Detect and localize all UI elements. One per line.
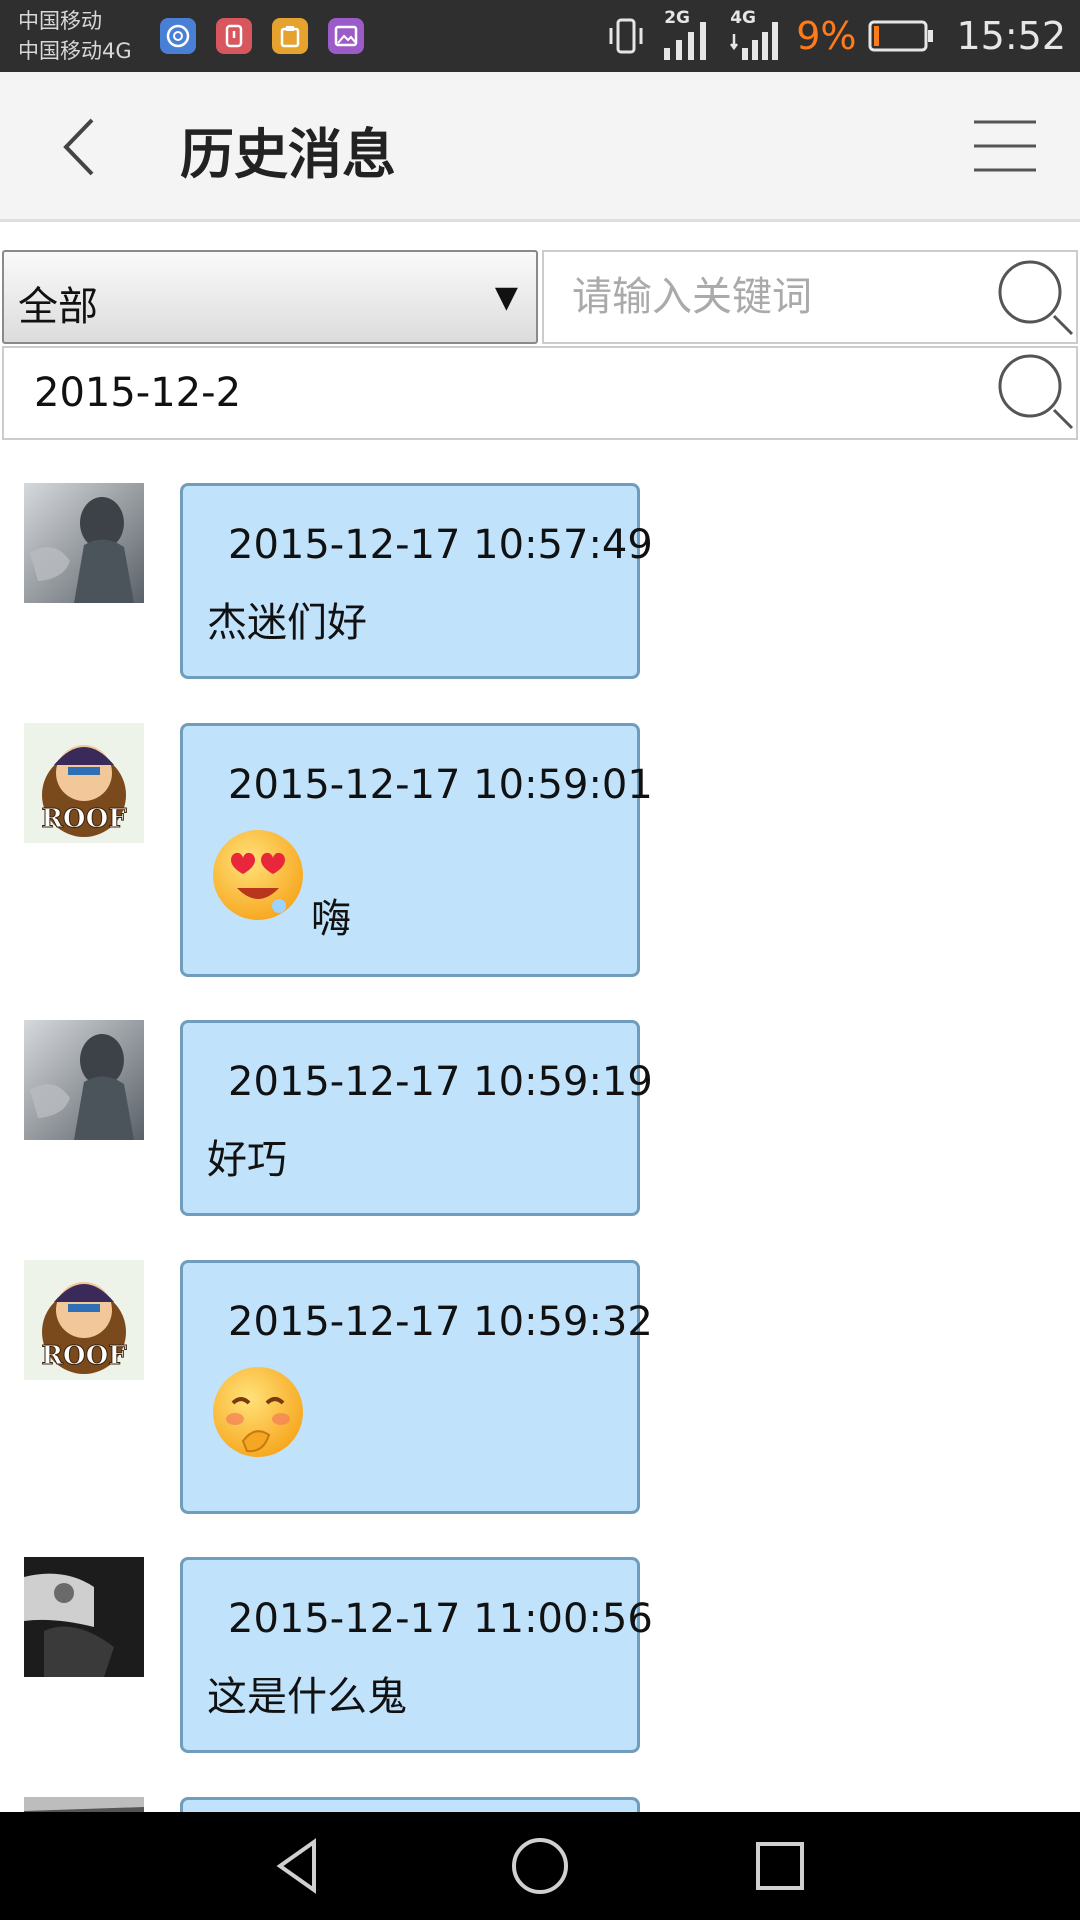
search-icon	[998, 260, 1074, 336]
message-bubble[interactable]: 2015-12-17 10:59:01 嗨	[180, 723, 653, 977]
nav-home-circle-icon[interactable]	[508, 1834, 572, 1898]
message-text: 这是什么鬼	[207, 1674, 407, 1720]
dropdown-arrow-icon: ▼	[494, 280, 518, 315]
carrier-label-1: 中国移动	[18, 9, 102, 33]
chevron-left-icon	[63, 118, 94, 176]
message-bubble[interactable]: 2015-12-17 10:57:49 杰迷们好	[180, 483, 653, 679]
page-title: 历史消息	[180, 123, 396, 186]
menu-button[interactable]	[970, 116, 1040, 176]
date-input[interactable]	[4, 348, 964, 438]
message-bubble[interactable]	[180, 1797, 640, 1812]
status-clock: 15:52	[956, 14, 1066, 58]
heart-eyes-emoji-icon	[213, 830, 303, 920]
carrier-info: 中国移动 中国移动4G	[18, 6, 132, 66]
system-status-icons: 2G 4G 9% 15:52	[604, 0, 1066, 72]
avatar-dark-photo-image	[24, 1797, 144, 1812]
back-button[interactable]	[50, 112, 120, 182]
avatar-badge-text: ROOF	[41, 804, 127, 834]
message-bubble[interactable]: 2015-12-17 11:00:56 这是什么鬼	[180, 1557, 653, 1753]
avatar[interactable]	[24, 1797, 144, 1812]
message-text: 好巧	[207, 1137, 287, 1183]
clipboard-notification-icon	[272, 18, 308, 54]
message-list[interactable]: 2015-12-17 10:57:49 杰迷们好 ROOF 2015-12-17…	[0, 440, 1080, 1812]
notification-icons	[160, 18, 364, 54]
avatar-roof-cartoon-image: ROOF	[24, 1260, 144, 1380]
date-search-box	[2, 346, 1078, 440]
navigation-bar	[0, 1812, 1080, 1920]
keyword-search-button[interactable]	[992, 256, 1076, 340]
message-time: 2015-12-17 10:57:49	[228, 522, 653, 568]
vibrate-icon	[609, 18, 643, 54]
keyword-search-box	[542, 250, 1078, 344]
signal-4g-icon: 4G	[728, 8, 784, 64]
avatar[interactable]	[24, 1020, 144, 1140]
hamburger-menu-icon	[974, 120, 1036, 172]
date-search-button[interactable]	[992, 350, 1076, 434]
battery-icon	[868, 20, 934, 52]
keyword-search-input[interactable]	[544, 252, 984, 342]
message-bubble[interactable]: 2015-12-17 10:59:32	[180, 1260, 653, 1514]
avatar-roof-cartoon-image: ROOF	[24, 723, 144, 843]
nav-back-triangle-icon[interactable]	[268, 1834, 332, 1898]
avatar-man-smoke-image	[24, 483, 144, 603]
message-time: 2015-12-17 10:59:19	[228, 1059, 653, 1105]
app-header: 历史消息	[0, 72, 1080, 222]
avatar[interactable]: ROOF	[24, 1260, 144, 1380]
shy-smile-emoji-icon	[213, 1367, 303, 1457]
message-bubble[interactable]: 2015-12-17 10:59:19 好巧	[180, 1020, 653, 1216]
carrier-label-2: 中国移动4G	[18, 39, 132, 63]
message-time: 2015-12-17 10:59:32	[228, 1299, 653, 1345]
message-text: 嗨	[311, 896, 351, 942]
avatar[interactable]: ROOF	[24, 723, 144, 843]
battery-percentage: 9%	[796, 14, 857, 58]
category-selected-value: 全部	[18, 284, 98, 330]
browser-notification-icon	[160, 18, 196, 54]
alert-notification-icon	[216, 18, 252, 54]
category-select[interactable]: 全部 ▼	[2, 250, 538, 344]
filter-row: 全部 ▼	[0, 250, 1080, 346]
avatar-badge-text: ROOF	[41, 1341, 127, 1371]
search-icon	[998, 354, 1074, 430]
nav-recents-square-icon[interactable]	[748, 1834, 812, 1898]
avatar-dark-photo-image	[24, 1557, 144, 1677]
signal-2g-icon: 2G	[660, 8, 716, 64]
message-time: 2015-12-17 10:59:01	[228, 762, 653, 808]
avatar[interactable]	[24, 1557, 144, 1677]
avatar[interactable]	[24, 483, 144, 603]
status-bar: 中国移动 中国移动4G 2G 4G 9% 15:52	[0, 0, 1080, 72]
avatar-man-smoke-image	[24, 1020, 144, 1140]
gallery-notification-icon	[328, 18, 364, 54]
message-time: 2015-12-17 11:00:56	[228, 1596, 653, 1642]
message-text: 杰迷们好	[207, 600, 367, 646]
